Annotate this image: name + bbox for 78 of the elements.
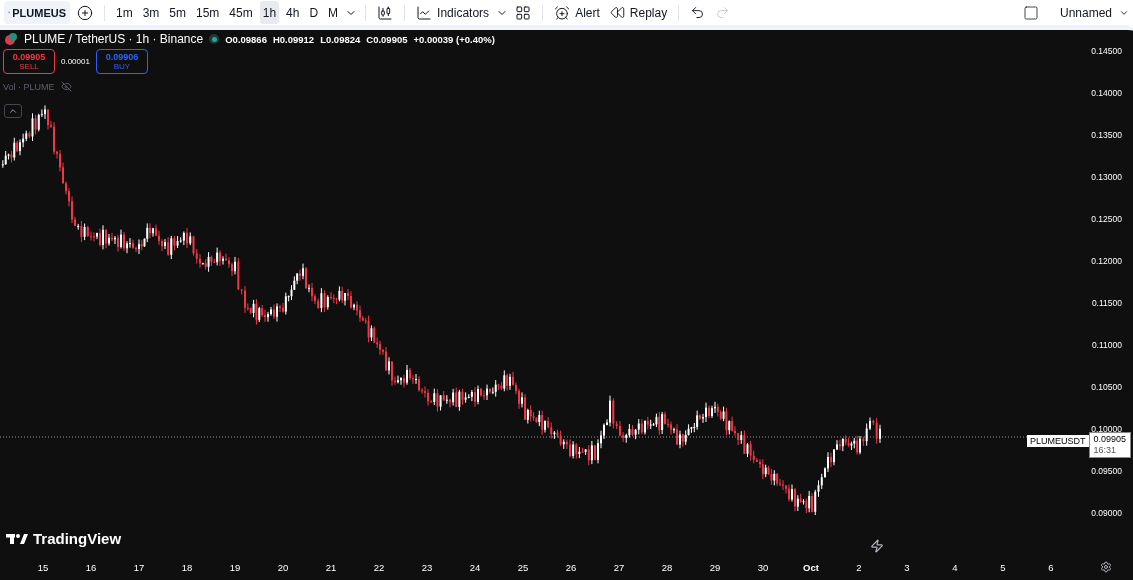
symbol-title: PLUME / TetherUS · 1h · Binance bbox=[24, 32, 204, 46]
settings-icon[interactable] bbox=[1100, 561, 1112, 573]
price-axis-label: 0.14000 bbox=[1091, 88, 1122, 98]
sell-button[interactable]: 0.09905 SELL bbox=[3, 49, 55, 74]
date-axis-label: 28 bbox=[661, 562, 673, 573]
square-icon[interactable] bbox=[1022, 4, 1039, 21]
date-axis-label: 6 bbox=[1048, 562, 1054, 573]
interval-tab[interactable]: M bbox=[325, 1, 342, 24]
date-axis-label: 3 bbox=[904, 562, 910, 573]
interval-tab[interactable]: 1m bbox=[113, 1, 136, 24]
indicators-button[interactable]: Indicators bbox=[413, 1, 493, 24]
interval-tab[interactable]: 45m bbox=[226, 1, 256, 24]
price-axis-label: 0.09000 bbox=[1091, 508, 1122, 518]
plus-circle-icon bbox=[77, 4, 93, 21]
volume-label: Vol · PLUME bbox=[3, 81, 55, 92]
redo-icon bbox=[715, 5, 731, 20]
date-axis-label: 20 bbox=[277, 562, 289, 573]
date-axis-label: Oct bbox=[803, 562, 819, 573]
date-axis-label: 16 bbox=[85, 562, 97, 573]
price-axis-label: 0.11500 bbox=[1091, 298, 1122, 308]
price-axis-label: 0.12000 bbox=[1091, 256, 1122, 266]
buy-button[interactable]: 0.09906 BUY bbox=[95, 49, 148, 74]
date-axis-label: 30 bbox=[757, 562, 769, 573]
symbol-search-field[interactable]: PLUMEUS bbox=[4, 1, 70, 24]
interval-tab[interactable]: 5m bbox=[166, 1, 189, 24]
price-axis-label: 0.13000 bbox=[1091, 172, 1122, 182]
interval-tab[interactable]: 15m bbox=[193, 1, 223, 24]
coin-logo-icon bbox=[4, 32, 18, 46]
last-price-tag: 0.09905 16:31 bbox=[1088, 432, 1132, 458]
date-axis-label: 26 bbox=[565, 562, 577, 573]
date-axis-label: 25 bbox=[517, 562, 529, 573]
date-axis-label: 17 bbox=[133, 562, 145, 573]
change-value: +0.00039 (+0.40%) bbox=[413, 33, 495, 45]
date-axis-label: 29 bbox=[709, 562, 721, 573]
date-axis-label: 22 bbox=[373, 562, 385, 573]
date-axis-label: 19 bbox=[229, 562, 241, 573]
interval-tab[interactable]: 3m bbox=[139, 1, 163, 24]
alarm-clock-icon bbox=[554, 4, 571, 21]
date-axis-label: 21 bbox=[325, 562, 337, 573]
interval-tab[interactable]: 1h bbox=[259, 1, 280, 24]
date-axis-label: 5 bbox=[1000, 562, 1006, 573]
candles-icon bbox=[377, 4, 394, 21]
price-axis-label: 0.14500 bbox=[1091, 46, 1122, 56]
date-axis-label: 23 bbox=[421, 562, 433, 573]
brand-name: TradingView bbox=[33, 530, 122, 547]
date-axis-label: 15 bbox=[37, 562, 49, 573]
date-axis-label: 24 bbox=[469, 562, 481, 573]
low-value: L0.09824 bbox=[320, 33, 361, 45]
price-axis-label: 0.10500 bbox=[1091, 382, 1122, 392]
symbol-price-tag: PLUMEUSDT bbox=[1027, 435, 1089, 447]
grid-icon bbox=[515, 4, 532, 21]
chevron-up-icon bbox=[8, 106, 18, 116]
interval-tab[interactable]: 4h bbox=[283, 1, 303, 24]
hidden-eye-icon[interactable] bbox=[60, 81, 72, 92]
lightning-icon[interactable] bbox=[870, 539, 884, 553]
line-chart-icon bbox=[416, 4, 433, 21]
interval-tab[interactable]: D bbox=[306, 1, 322, 24]
replay-button[interactable]: Replay bbox=[606, 1, 671, 24]
undo-icon bbox=[690, 5, 706, 20]
price-axis-label: 0.12500 bbox=[1091, 214, 1122, 224]
high-value: H0.09912 bbox=[272, 33, 315, 45]
price-axis-label: 0.13500 bbox=[1091, 130, 1122, 140]
close-value: C0.09905 bbox=[366, 33, 408, 45]
date-axis-label: 18 bbox=[181, 562, 193, 573]
market-status-icon bbox=[209, 34, 220, 44]
date-axis-label: 27 bbox=[613, 562, 625, 573]
price-axis-label: 0.11000 bbox=[1091, 340, 1122, 350]
date-axis-label: 4 bbox=[952, 562, 958, 573]
price-axis-label: 0.09500 bbox=[1091, 466, 1122, 476]
layout-name-button[interactable]: Unnamed bbox=[1056, 1, 1115, 24]
date-axis-label: 2 bbox=[856, 562, 862, 573]
price-axis-label: 0.10000 bbox=[1091, 424, 1122, 434]
rewind-icon bbox=[609, 5, 625, 20]
open-value: O0.09866 bbox=[225, 33, 267, 45]
spread-value: 0.00001 bbox=[61, 57, 90, 66]
alert-button[interactable]: Alert bbox=[551, 1, 603, 24]
logo-icon bbox=[6, 532, 28, 545]
symbol-value: PLUMEUS bbox=[12, 6, 66, 19]
